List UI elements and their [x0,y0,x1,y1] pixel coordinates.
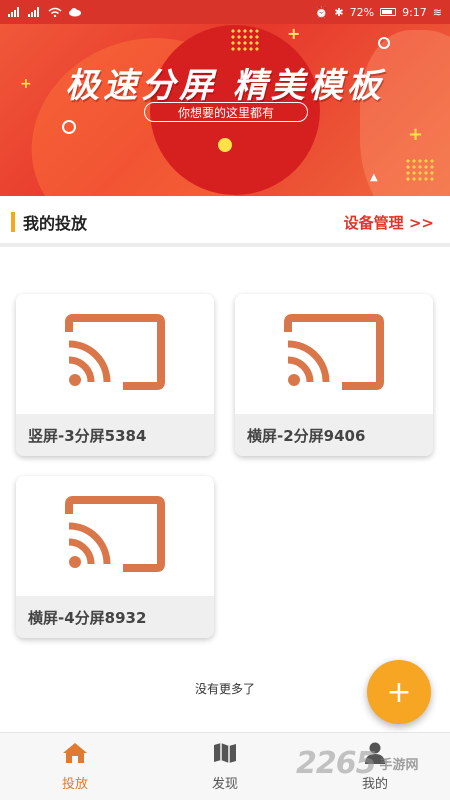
wifi-icon [48,7,62,18]
device-manage-link[interactable]: 设备管理 >> [344,212,434,233]
banner-triangle: ▲ [370,172,378,183]
card-label: 横屏-2分屏9406 [235,414,433,456]
map-icon [212,741,238,769]
signal-icon [8,7,22,17]
bluetooth-icon: ✱ [334,5,344,19]
battery-percent: 72% [349,5,375,19]
cast-icon [284,314,384,394]
banner-dot-grid [405,158,435,182]
section-accent-bar [11,212,15,232]
banner-ring [62,120,76,134]
status-bar: ⏰ ✱ 72% 9:17 ≋ [0,0,450,24]
card-label: 竖屏-3分屏5384 [16,414,214,456]
card-label: 横屏-4分屏8932 [16,596,214,638]
add-button[interactable]: + [367,660,431,724]
section-divider [0,243,450,247]
cast-card[interactable]: 横屏-2分屏9406 [235,294,433,456]
weather-icon: ≋ [432,5,442,19]
banner-plus-icon: + [408,124,424,145]
banner-plus-icon: + [287,24,301,43]
cast-card[interactable]: 竖屏-3分屏5384 [16,294,214,456]
nav-label: 投放 [61,777,88,792]
watermark-number: 2265 [296,746,376,781]
signal-icon [28,7,42,17]
nav-item-discover[interactable]: 发现 [150,733,300,800]
card-thumbnail [16,476,214,596]
cast-card[interactable]: 横屏-4分屏8932 [16,476,214,638]
promo-banner[interactable]: + + + ▲ 极速分屏 精美模板 你想要的这里都有 [0,0,450,196]
home-icon [62,741,88,769]
banner-yellow-dot [218,138,232,152]
clock: 9:17 [402,5,427,19]
cast-icon [65,314,165,394]
banner-ring [378,37,390,49]
nav-label: 发现 [211,777,238,792]
alarm-icon: ⏰ [314,5,329,19]
watermark-text: 手游网 [379,758,419,773]
section-title: 我的投放 [23,214,88,233]
battery-icon [380,8,397,16]
cloud-icon [68,7,82,17]
site-watermark: 2265 手游网 [296,746,419,781]
my-casts-header: 我的投放 设备管理 >> [0,204,450,240]
card-thumbnail [235,294,433,414]
banner-subtitle: 你想要的这里都有 [144,102,308,122]
banner-title: 极速分屏 精美模板 [65,66,385,106]
cast-icon [65,496,165,576]
nav-item-cast[interactable]: 投放 [0,733,150,800]
banner-dot-grid [230,28,260,52]
card-thumbnail [16,294,214,414]
